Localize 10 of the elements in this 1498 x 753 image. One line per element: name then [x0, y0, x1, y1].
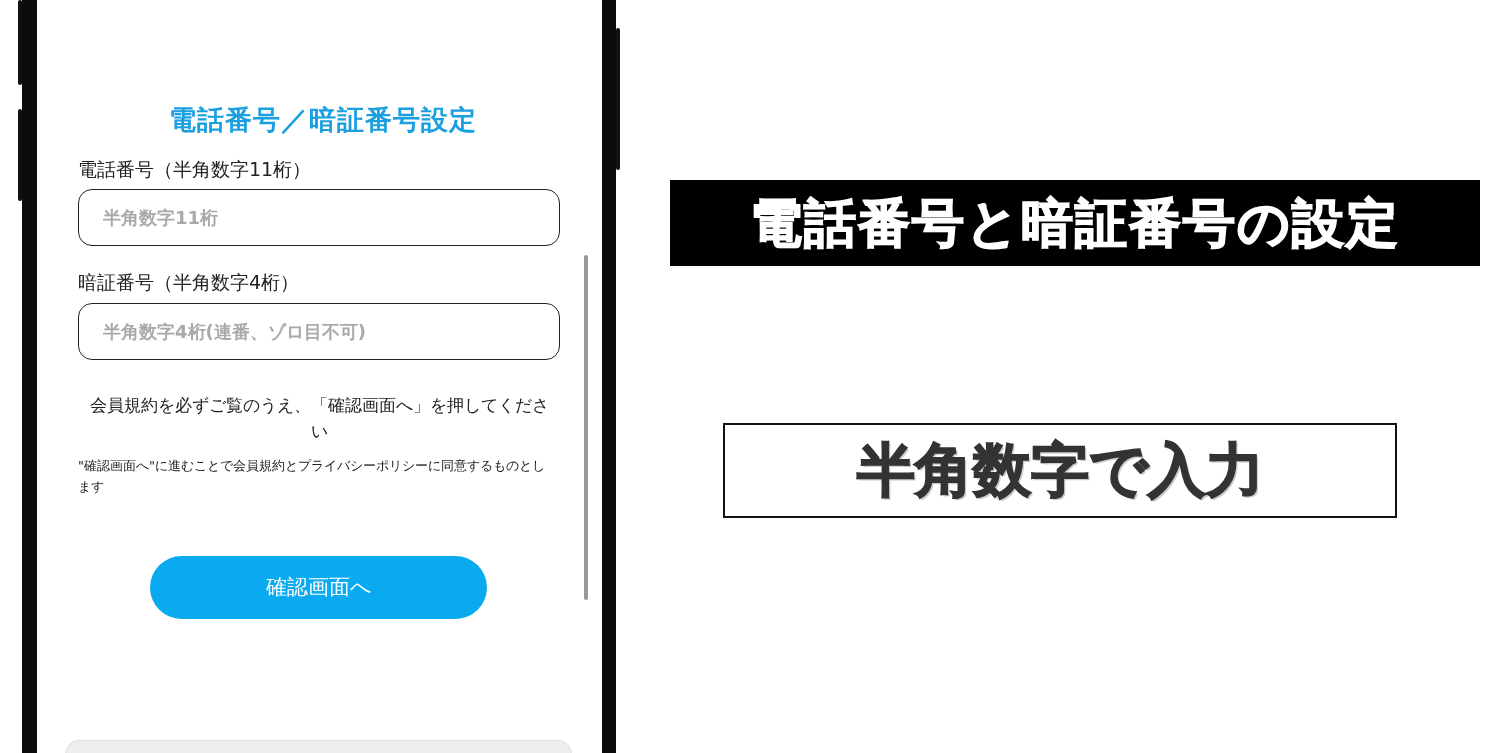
consent-text: "確認画面へ"に進むことで会員規約とプライバシーポリシーに同意するものとします [78, 457, 546, 496]
caption-box: 半角数字で入力 [723, 423, 1397, 518]
field-label: 電話番号（半角数字11桁） [78, 156, 313, 182]
notice-text: 会員規約を必ずご覧のうえ、「確認画面へ」を押してください [88, 393, 550, 443]
input-field[interactable]: 半角数字11桁 [78, 189, 560, 246]
caption-banner: 電話番号と暗証番号の設定 [670, 180, 1480, 266]
field-label: 暗証番号（半角数字4桁） [78, 270, 301, 295]
input-field[interactable]: 半角数字4桁(連番、ゾロ目不可) [78, 302, 560, 360]
screen-title: 電話番号／暗証番号設定 [168, 103, 478, 137]
confirm-button[interactable]: 確認画面へ [150, 555, 487, 619]
